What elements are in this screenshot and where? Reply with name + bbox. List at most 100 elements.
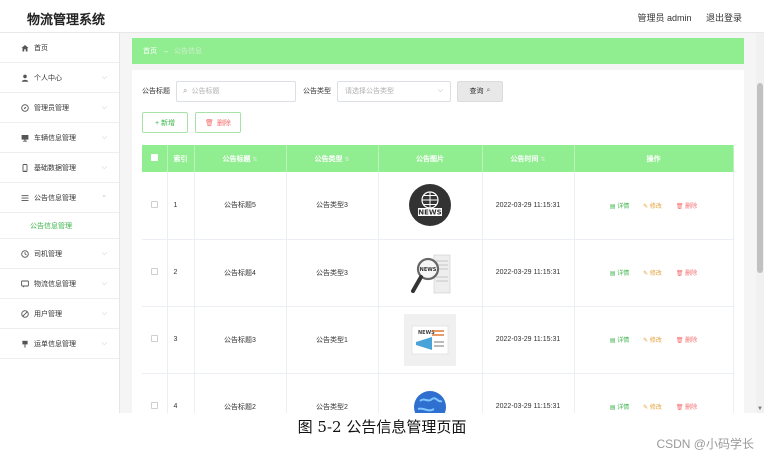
chevron-down-icon: ⌵ bbox=[101, 249, 107, 257]
notice-table: 索引 公告标题 ⇅ 公告类型 ⇅ 公告图片 公告时间 ⇅ 操作 1 公告标题5 公告类… bbox=[142, 145, 734, 413]
title-search-input[interactable]: ⌕ 公告标题 bbox=[176, 80, 296, 102]
detail-button[interactable]: ▤ 详情 bbox=[610, 268, 629, 277]
select-all-cell[interactable] bbox=[142, 145, 168, 172]
edit-button[interactable]: ✎ 修改 bbox=[643, 201, 662, 210]
sidebar-item-label: 个人中心 bbox=[34, 74, 62, 82]
header-type[interactable]: 公告类型 ⇅ bbox=[286, 145, 379, 172]
row-type: 公告类型3 bbox=[286, 239, 379, 307]
sidebar-item-waybills[interactable]: 运单信息管理 ⌵ bbox=[0, 329, 119, 359]
user-area: 管理员 admin 退出登录 bbox=[625, 11, 742, 24]
sidebar-item-label: 基础数据管理 bbox=[34, 164, 76, 172]
edit-button[interactable]: ✎ 修改 bbox=[643, 402, 662, 411]
row-checkbox[interactable] bbox=[150, 200, 158, 208]
vertical-scrollbar[interactable]: ▼ bbox=[756, 33, 764, 413]
news-magnifier-image[interactable]: NEWS bbox=[404, 247, 456, 299]
row-checkbox[interactable] bbox=[150, 268, 158, 275]
news-megaphone-image[interactable]: NEWS bbox=[404, 313, 456, 366]
row-delete-button[interactable]: 🗑 删除 bbox=[676, 201, 697, 210]
sidebar-item-vehicles[interactable]: 车辆信息管理 ⌵ bbox=[0, 123, 119, 153]
figure-caption: 图 5-2 公告信息管理页面 bbox=[297, 418, 467, 436]
header-index[interactable]: 索引 bbox=[167, 145, 195, 172]
sidebar-item-admins[interactable]: 管理员管理 ⌵ bbox=[0, 93, 119, 123]
sidebar-item-basic-data[interactable]: 基础数据管理 ⌵ bbox=[0, 153, 119, 183]
submenu-item-notice-management[interactable]: 公告信息管理 bbox=[0, 213, 119, 239]
query-button-label: 查询 bbox=[469, 88, 484, 95]
type-filter-label: 公告类型 bbox=[303, 88, 331, 95]
row-delete-button[interactable]: 🗑 删除 bbox=[676, 402, 697, 411]
breadcrumb-current: 公告信息 bbox=[174, 48, 202, 55]
news-globe-image[interactable]: NEWS bbox=[404, 179, 456, 231]
breadcrumb: 首页 → 公告信息 bbox=[132, 38, 744, 64]
logout-link[interactable]: 退出登录 bbox=[706, 13, 742, 23]
sort-icon[interactable]: ⇅ bbox=[540, 157, 545, 163]
table-row: 4 公告标题2 公告类型2 2022-03-29 11:15:31 ▤ 详情 ✎… bbox=[142, 373, 734, 414]
slash-circle-icon bbox=[21, 309, 29, 318]
select-all-checkbox[interactable] bbox=[150, 154, 158, 161]
news-earth-image[interactable] bbox=[404, 381, 456, 414]
search-icon: ⌕ bbox=[486, 87, 491, 94]
chevron-down-icon: ⌵ bbox=[101, 339, 107, 347]
add-button[interactable]: + 新增 bbox=[142, 112, 188, 133]
watermark: CSDN @小码学长 bbox=[656, 437, 754, 451]
sidebar-item-drivers[interactable]: 司机管理 ⌵ bbox=[0, 239, 119, 269]
table-row: 3 公告标题3 公告类型1 NEWS 2022-03-29 11:15:31 ▤… bbox=[142, 306, 734, 374]
top-bar: 物流管理系统 管理员 admin 退出登录 bbox=[0, 0, 764, 33]
sidebar-item-logistics[interactable]: 物流信息管理 ⌵ bbox=[0, 269, 119, 299]
row-delete-button[interactable]: 🗑 删除 bbox=[676, 268, 697, 277]
breadcrumb-home[interactable]: 首页 bbox=[143, 46, 157, 56]
header-time[interactable]: 公告时间 ⇅ bbox=[482, 145, 575, 172]
detail-button[interactable]: ▤ 详情 bbox=[610, 402, 629, 411]
sidebar-item-users[interactable]: 用户管理 ⌵ bbox=[0, 299, 119, 329]
detail-button[interactable]: ▤ 详情 bbox=[610, 335, 629, 344]
type-select-placeholder: 请选择公告类型 bbox=[345, 88, 394, 95]
scrollbar-thumb[interactable] bbox=[757, 83, 763, 273]
sidebar-item-label: 首页 bbox=[34, 44, 48, 52]
scroll-down-arrow-icon[interactable]: ▼ bbox=[757, 406, 763, 412]
chevron-down-icon: ⌵ bbox=[437, 87, 443, 94]
chevron-down-icon: ⌵ bbox=[101, 163, 107, 171]
list-icon bbox=[21, 194, 29, 202]
row-title: 公告标题3 bbox=[194, 306, 287, 374]
edit-button[interactable]: ✎ 修改 bbox=[643, 268, 662, 277]
sidebar-item-profile[interactable]: 个人中心 ⌵ bbox=[0, 63, 119, 93]
user-icon bbox=[21, 74, 29, 82]
app-window: 物流管理系统 管理员 admin 退出登录 首页 个人中心 ⌵ 管理员管理 ⌵ bbox=[0, 0, 764, 413]
compass-icon bbox=[21, 103, 29, 112]
svg-text:NEWS: NEWS bbox=[420, 267, 437, 273]
breadcrumb-separator: → bbox=[162, 47, 169, 55]
app-title: 物流管理系统 bbox=[27, 12, 106, 27]
query-button[interactable]: 查询 ⌕ bbox=[457, 80, 503, 102]
row-title: 公告标题4 bbox=[194, 239, 287, 307]
chevron-down-icon: ⌵ bbox=[101, 309, 107, 317]
monitor-icon bbox=[21, 134, 29, 142]
detail-button[interactable]: ▤ 详情 bbox=[610, 201, 629, 210]
svg-text:NEWS: NEWS bbox=[418, 209, 441, 217]
sort-icon[interactable]: ⇅ bbox=[252, 157, 257, 163]
table-header-row: 索引 公告标题 ⇅ 公告类型 ⇅ 公告图片 公告时间 ⇅ 操作 bbox=[142, 145, 734, 172]
row-index: 3 bbox=[167, 306, 195, 374]
sidebar: 首页 个人中心 ⌵ 管理员管理 ⌵ 车辆信息管理 ⌵ 基础数据管理 ⌵ 公告信息… bbox=[0, 33, 120, 413]
row-image-cell: NEWS bbox=[378, 239, 483, 307]
sidebar-item-notices[interactable]: 公告信息管理 ⌃ bbox=[0, 183, 119, 213]
message-icon bbox=[21, 280, 29, 288]
row-checkbox[interactable] bbox=[150, 402, 158, 409]
batch-delete-button[interactable]: 🗑 删除 bbox=[195, 112, 241, 133]
header-title[interactable]: 公告标题 ⇅ bbox=[194, 145, 287, 172]
row-image-cell: NEWS bbox=[378, 306, 483, 374]
title-filter-label: 公告标题 bbox=[142, 88, 170, 95]
row-actions: ▤ 详情 ✎ 修改 🗑 删除 bbox=[574, 373, 734, 413]
row-time: 2022-03-29 11:15:31 bbox=[482, 239, 575, 307]
edit-button[interactable]: ✎ 修改 bbox=[643, 335, 662, 344]
sidebar-item-home[interactable]: 首页 bbox=[0, 33, 119, 63]
row-checkbox[interactable] bbox=[150, 335, 158, 342]
row-delete-button[interactable]: 🗑 删除 bbox=[676, 335, 697, 344]
chevron-down-icon: ⌵ bbox=[101, 279, 107, 287]
home-icon bbox=[21, 44, 29, 52]
sort-icon[interactable]: ⇅ bbox=[344, 157, 349, 163]
trash-icon: 🗑 bbox=[205, 119, 214, 127]
sidebar-item-label: 司机管理 bbox=[34, 250, 62, 258]
row-type: 公告类型1 bbox=[286, 306, 379, 374]
type-select[interactable]: 请选择公告类型 ⌵ bbox=[337, 80, 451, 102]
chevron-up-icon: ⌃ bbox=[101, 194, 107, 202]
row-image-cell: NEWS bbox=[378, 172, 483, 240]
